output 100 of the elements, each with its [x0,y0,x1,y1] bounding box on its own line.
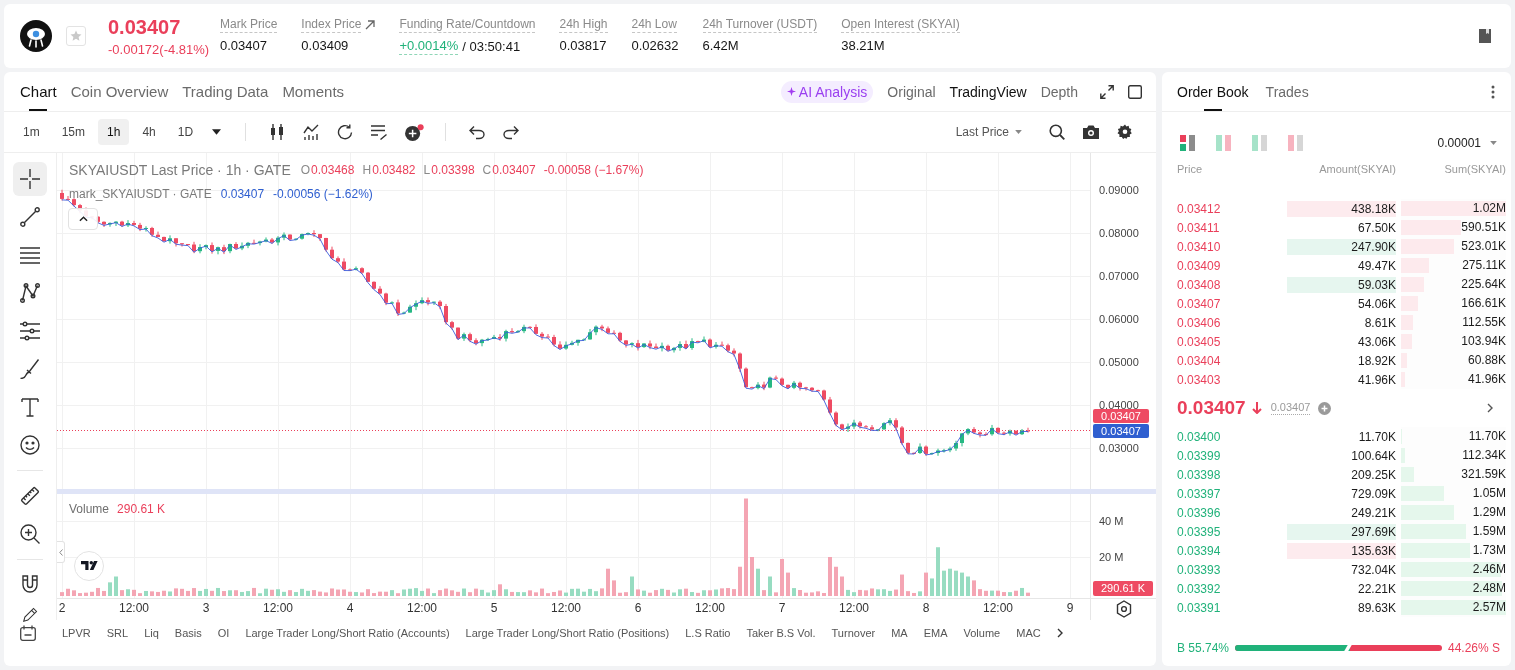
chart-view-tab[interactable]: Depth [1040,83,1078,100]
order-amount: 729.09K [1350,485,1396,502]
chart-logo-icon[interactable] [74,551,104,581]
order-amount: 8.61K [1363,314,1396,331]
ask-price[interactable]: 0.03407 [1177,296,1221,311]
order-amount: 100.64K [1350,447,1396,464]
redo-icon[interactable] [503,124,520,140]
order-sum: 1.05M [1472,486,1506,501]
order-sum: 166.61K [1461,296,1506,311]
chevron-right-icon[interactable] [1487,403,1493,413]
interval-button[interactable]: 4h [133,119,165,145]
chart-view-tab[interactable]: Original [887,83,936,100]
precision-dropdown[interactable]: 0.00001 [1437,136,1497,150]
ask-price[interactable]: 0.03408 [1177,277,1221,292]
mark-price: 0.03407 [1270,401,1311,415]
indicator-tab[interactable]: OI [217,627,230,639]
ai-analysis-button[interactable]: AI Analysis [780,80,874,103]
caret-down-icon [1490,141,1497,145]
book-layout-icon[interactable] [1180,135,1195,151]
order-amount: 43.06K [1356,333,1396,350]
ask-price[interactable]: 0.03409 [1177,258,1221,273]
chart-tab[interactable]: Coin Overview [70,72,169,111]
sparkle-icon [786,87,796,96]
indicator-tab[interactable]: MA [891,627,908,639]
column-header: Amount(SKYAI) [1318,163,1396,175]
undo-icon[interactable] [469,124,486,140]
chart-view-tab[interactable]: TradingView [949,83,1027,100]
legend-collapse-button[interactable] [68,208,98,230]
indicator-tab[interactable]: LPVR [62,627,91,639]
order-sum: 1.59M [1472,524,1506,539]
buy-ratio: B 55.74% [1177,641,1230,655]
order-sum: 112.55K [1462,315,1506,330]
hexagon-settings-icon[interactable] [1116,600,1132,618]
ask-price[interactable]: 0.03404 [1177,353,1221,368]
notebook-icon[interactable] [1479,29,1491,43]
time-axis-label: 12:00 [407,602,437,614]
interval-button[interactable]: 1m [14,119,49,145]
ask-price[interactable]: 0.03406 [1177,315,1221,330]
order-amount: 135.63K [1287,542,1396,559]
ask-price[interactable]: 0.03405 [1177,334,1221,349]
calendar-icon[interactable] [20,625,36,641]
external-link-icon[interactable] [365,20,376,30]
order-book-tab[interactable]: Trades [1265,72,1309,111]
settings-icon[interactable] [1117,124,1133,140]
candlestick-icon[interactable] [269,124,286,140]
indicator-tab[interactable]: SRL [106,627,129,639]
chart-tab[interactable]: Chart [20,72,57,111]
zigzag-nodes-icon [20,283,40,303]
order-sum: 2.57M [1472,600,1506,615]
order-sum: 41.96K [1467,372,1506,387]
chart-tab[interactable]: Moments [282,72,345,111]
interval-button[interactable]: 1h [98,119,130,145]
time-axis-label: 12:00 [263,602,293,614]
ask-price[interactable]: 0.03412 [1177,201,1221,216]
time-axis-label: 12:00 [983,602,1013,614]
indicators-icon[interactable] [303,124,320,140]
order-amount: 22.21K [1356,580,1396,597]
last-price: 0.03407 [108,14,181,39]
order-amount: 297.69K [1287,523,1396,540]
indicator-tab[interactable]: Taker B.S Vol. [746,627,816,639]
mark-series-title: mark_SKYAIUSDT · GATE [69,187,212,201]
search-icon[interactable] [1049,124,1065,140]
order-amount: 18.92K [1356,352,1396,369]
indicator-tab[interactable]: EMA [923,627,948,639]
stat-value: 38.21M [841,37,885,54]
interval-button[interactable]: 1D [168,119,203,145]
indicator-tab[interactable]: Large Trader Long/Short Ratio (Accounts) [245,627,450,639]
fullscreen-icon[interactable] [1100,84,1114,99]
template-list-icon[interactable] [371,124,388,140]
plus-circle-icon[interactable] [1318,401,1332,415]
indicator-tab[interactable]: Large Trader Long/Short Ratio (Positions) [465,627,670,639]
horizontal-lines-icon [20,245,40,265]
price-source-dropdown[interactable]: Last Price [955,125,1022,139]
indicator-tab[interactable]: Basis [174,627,202,639]
ask-price[interactable]: 0.03410 [1177,239,1221,254]
drawing-tool-button[interactable] [13,162,47,196]
price-axis-label: 0.07000 [1099,271,1139,281]
coin-logo-icon [20,20,52,52]
last-price-label: 0.03407 [1093,409,1149,423]
indicator-tab[interactable]: MAC [1016,627,1041,639]
order-book-tab[interactable]: Order Book [1177,72,1249,111]
time-axis-label: 4 [346,602,354,614]
ask-price[interactable]: 0.03411 [1177,220,1220,235]
interval-button[interactable]: 15m [52,119,94,145]
chart-tab[interactable]: Trading Data [182,72,269,111]
replay-icon[interactable] [337,124,354,140]
more-menu-icon[interactable] [1491,84,1495,99]
stat-value: 0.03407 [220,37,267,54]
indicator-tab[interactable]: L.S Ratio [685,627,731,639]
indicator-tab[interactable]: Turnover [831,627,876,639]
add-indicator-icon[interactable] [405,123,425,141]
caret-down-icon[interactable] [212,129,222,135]
indicator-tab[interactable]: Volume [963,627,1001,639]
chevron-right-icon[interactable] [1056,628,1063,638]
square-icon[interactable] [1128,84,1142,99]
smiley-icon [20,435,40,455]
indicator-tab[interactable]: Liq [144,627,159,639]
order-amount: 209.25K [1350,466,1396,483]
ask-price[interactable]: 0.03403 [1177,372,1221,387]
camera-icon[interactable] [1083,124,1099,140]
